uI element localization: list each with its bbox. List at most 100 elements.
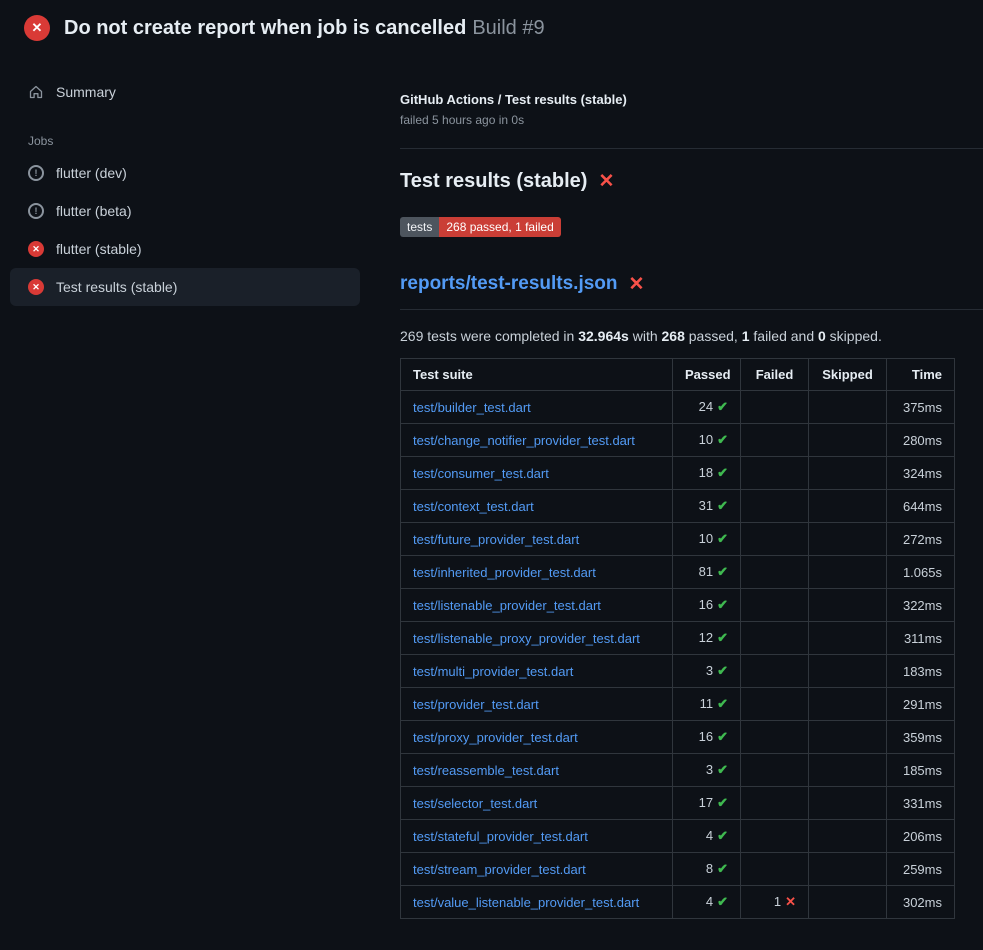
- skipped-cell: [809, 688, 887, 721]
- time-cell: 322ms: [887, 589, 955, 622]
- failed-cell: [741, 556, 809, 589]
- failed-cell: [741, 622, 809, 655]
- section-heading: Test results (stable) ✕: [400, 170, 951, 193]
- table-row: test/selector_test.dart17✔331ms: [401, 787, 955, 820]
- suite-cell: test/multi_provider_test.dart: [401, 655, 673, 688]
- failed-x-icon: ✕: [629, 275, 645, 294]
- check-icon: ✔: [717, 861, 728, 876]
- col-header-time: Time: [887, 359, 955, 391]
- neutral-status-icon: !: [28, 203, 44, 219]
- time-cell: 359ms: [887, 721, 955, 754]
- suite-link[interactable]: test/context_test.dart: [413, 499, 534, 514]
- passed-cell: 31✔: [673, 490, 741, 523]
- failed-cell: [741, 589, 809, 622]
- time-cell: 324ms: [887, 457, 955, 490]
- suite-link[interactable]: test/listenable_provider_test.dart: [413, 598, 601, 613]
- suite-link[interactable]: test/proxy_provider_test.dart: [413, 730, 578, 745]
- tests-badge: tests 268 passed, 1 failed: [400, 217, 561, 237]
- suite-link[interactable]: test/multi_provider_test.dart: [413, 664, 573, 679]
- check-icon: ✔: [717, 465, 728, 480]
- cross-icon: ✕: [785, 894, 796, 909]
- table-row: test/reassemble_test.dart3✔185ms: [401, 754, 955, 787]
- time-cell: 272ms: [887, 523, 955, 556]
- col-header-skipped: Skipped: [809, 359, 887, 391]
- suite-cell: test/proxy_provider_test.dart: [401, 721, 673, 754]
- check-icon: ✔: [717, 630, 728, 645]
- skipped-cell: [809, 523, 887, 556]
- time-cell: 183ms: [887, 655, 955, 688]
- sidebar-job-item[interactable]: ✕ Test results (stable): [10, 268, 360, 306]
- build-header: ✕ Do not create report when job is cance…: [0, 0, 983, 54]
- failed-cell: [741, 490, 809, 523]
- job-label: flutter (beta): [56, 203, 131, 219]
- suite-link[interactable]: test/value_listenable_provider_test.dart: [413, 895, 639, 910]
- passed-cell: 10✔: [673, 424, 741, 457]
- suite-cell: test/stream_provider_test.dart: [401, 853, 673, 886]
- sidebar-job-item[interactable]: ✕ flutter (stable): [10, 230, 360, 268]
- suite-link[interactable]: test/inherited_provider_test.dart: [413, 565, 596, 580]
- suite-link[interactable]: test/stateful_provider_test.dart: [413, 829, 588, 844]
- sidebar-job-item[interactable]: !flutter (dev): [10, 154, 360, 192]
- table-row: test/multi_provider_test.dart 3✔ 183ms: [401, 655, 955, 688]
- failed-cell: [741, 655, 809, 688]
- time-cell: 311ms: [887, 622, 955, 655]
- suite-link[interactable]: test/stream_provider_test.dart: [413, 862, 586, 877]
- suite-link[interactable]: test/selector_test.dart: [413, 796, 537, 811]
- main-content: GitHub Actions / Test results (stable) f…: [376, 54, 983, 919]
- table-row: test/proxy_provider_test.dart 16✔ 359ms: [401, 721, 955, 754]
- summary-line: 269 tests were completed in 32.964s with…: [400, 328, 951, 344]
- table-row: test/listenable_proxy_provider_test.dart…: [401, 622, 955, 655]
- suite-link[interactable]: test/future_provider_test.dart: [413, 532, 579, 547]
- check-icon: ✔: [717, 399, 728, 414]
- table-header-row: Test suite Passed Failed Skipped Time: [401, 359, 955, 391]
- table-row: test/context_test.dart31✔644ms: [401, 490, 955, 523]
- sidebar-job-item[interactable]: ! flutter (beta): [10, 192, 360, 230]
- passed-cell: 3✔: [673, 754, 741, 787]
- col-header-test-suite: Test suite: [401, 359, 673, 391]
- time-cell: 291ms: [887, 688, 955, 721]
- passed-cell: 8✔: [673, 853, 741, 886]
- suite-cell: test/builder_test.dart: [401, 391, 673, 424]
- suite-link[interactable]: test/reassemble_test.dart: [413, 763, 559, 778]
- suite-link[interactable]: test/listenable_proxy_provider_test.dart: [413, 631, 640, 646]
- sidebar-item-summary[interactable]: Summary: [10, 76, 360, 108]
- check-icon: ✔: [717, 531, 728, 546]
- failed-cell: [741, 523, 809, 556]
- suite-link[interactable]: test/change_notifier_provider_test.dart: [413, 433, 635, 448]
- failed-status-icon: ✕: [28, 241, 44, 257]
- passed-cell: 24✔: [673, 391, 741, 424]
- skipped-cell: [809, 622, 887, 655]
- failed-cell: 1✕: [741, 886, 809, 919]
- summary-skipped-count: 0: [818, 328, 826, 344]
- suite-cell: test/listenable_provider_test.dart: [401, 589, 673, 622]
- job-label: Test results (stable): [56, 279, 177, 295]
- time-cell: 1.065s: [887, 556, 955, 589]
- passed-cell: 16✔: [673, 721, 741, 754]
- suite-cell: test/stateful_provider_test.dart: [401, 820, 673, 853]
- build-title-text: Do not create report when job is cancell…: [64, 17, 466, 39]
- skipped-cell: [809, 754, 887, 787]
- suite-link[interactable]: test/consumer_test.dart: [413, 466, 549, 481]
- report-file-link[interactable]: reports/test-results.json: [400, 273, 618, 295]
- summary-duration: 32.964s: [578, 328, 629, 344]
- table-row: test/change_notifier_provider_test.dart 1…: [401, 424, 955, 457]
- suite-cell: test/reassemble_test.dart: [401, 754, 673, 787]
- passed-cell: 3✔: [673, 655, 741, 688]
- suite-link[interactable]: test/builder_test.dart: [413, 400, 531, 415]
- build-number: Build #9: [472, 17, 544, 39]
- passed-cell: 12✔: [673, 622, 741, 655]
- table-row: test/consumer_test.dart18✔324ms: [401, 457, 955, 490]
- summary-passed-count: 268: [662, 328, 685, 344]
- results-table-body: test/builder_test.dart24✔375mstest/chang…: [401, 391, 955, 919]
- skipped-cell: [809, 886, 887, 919]
- failed-status-icon: ✕: [28, 279, 44, 295]
- job-label: flutter (dev): [56, 165, 127, 181]
- failed-status-icon: ✕: [24, 15, 50, 41]
- sidebar: Summary Jobs !flutter (dev)!flutter (bet…: [0, 54, 376, 306]
- skipped-cell: [809, 853, 887, 886]
- passed-cell: 81✔: [673, 556, 741, 589]
- check-icon: ✔: [717, 696, 728, 711]
- suite-link[interactable]: test/provider_test.dart: [413, 697, 539, 712]
- skipped-cell: [809, 556, 887, 589]
- job-label: flutter (stable): [56, 241, 142, 257]
